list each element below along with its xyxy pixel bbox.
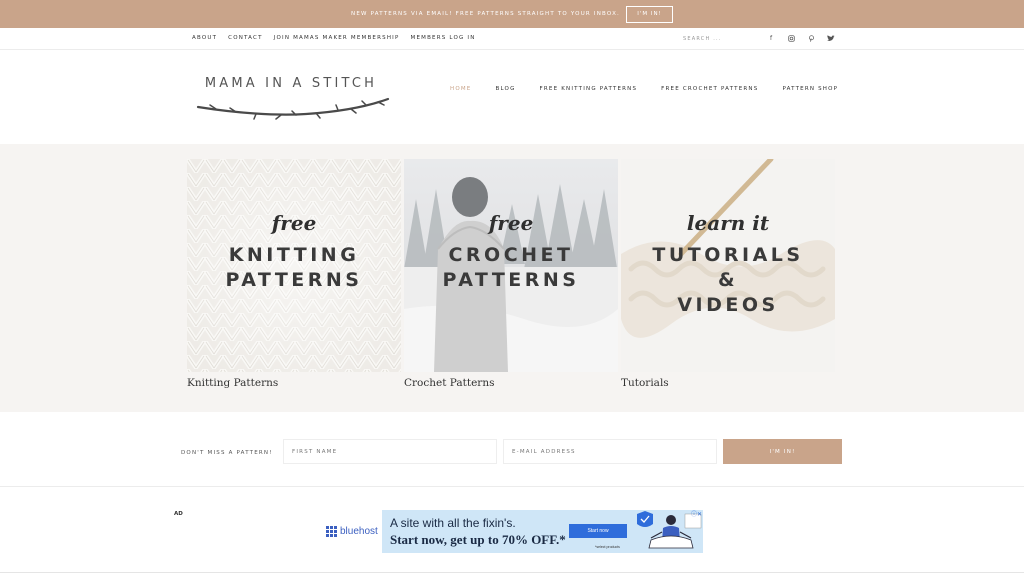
card-overlay-small: free (271, 211, 317, 235)
card-overlay-line3: VIDEOS (677, 294, 779, 316)
main-nav: HOME BLOG FREE KNITTING PATTERNS FREE CR… (450, 86, 838, 92)
card-overlay-line2: PATTERNS (442, 269, 580, 291)
promo-signup-button[interactable]: I'M IN! (626, 5, 673, 23)
ad-label: AD (174, 511, 183, 517)
card-overlay-small: learn it (686, 211, 770, 235)
card-overlay-line1: KNITTING (228, 244, 360, 266)
divider (0, 572, 1024, 573)
card-overlay-line1: TUTORIALS (652, 244, 804, 266)
caption-crochet-patterns[interactable]: Crochet Patterns (404, 377, 494, 389)
card-overlay-small: free (488, 211, 534, 235)
logo-text: MAMA IN A STITCH (204, 76, 378, 91)
card-crochet-patterns[interactable]: free CROCHET PATTERNS (404, 159, 618, 372)
secondary-nav: ABOUT CONTACT JOIN MAMAS MAKER MEMBERSHI… (0, 28, 1024, 50)
category-band: free KNITTING PATTERNS Knitting Patterns (0, 144, 1024, 412)
email-field[interactable] (503, 439, 717, 464)
site-logo[interactable]: MAMA IN A STITCH (196, 71, 392, 133)
site-header: MAMA IN A STITCH HOME BLOG FREE KNITTING… (0, 51, 1024, 144)
card-overlay-line1: CROCHET (448, 244, 574, 266)
logo-twig-image (196, 97, 390, 120)
main-nav-free-crochet[interactable]: FREE CROCHET PATTERNS (661, 86, 758, 92)
nav-link-members-login[interactable]: MEMBERS LOG IN (411, 35, 476, 41)
ad-banner[interactable]: A site with all the fixin's. Start now, … (382, 510, 703, 553)
promo-text: NEW PATTERNS VIA EMAIL! FREE PATTERNS ST… (351, 11, 620, 17)
main-nav-pattern-shop[interactable]: PATTERN SHOP (782, 86, 838, 92)
ad-close-icon[interactable]: ⓘ✕ (691, 509, 702, 518)
bluehost-grid-icon (326, 526, 337, 537)
card-tutorials[interactable]: learn it TUTORIALS & VIDEOS (621, 159, 835, 372)
ad-note: *select products (595, 545, 620, 549)
instagram-icon[interactable] (786, 33, 796, 43)
first-name-field[interactable] (283, 439, 497, 464)
ad-cta-button[interactable]: Start now (569, 524, 627, 538)
search-input[interactable] (683, 33, 743, 45)
nav-link-contact[interactable]: CONTACT (228, 35, 262, 41)
bluehost-logo[interactable]: bluehost (326, 526, 378, 537)
ad-subline: Start now, get up to 70% OFF.* (390, 532, 566, 547)
card-overlay-line2: & (717, 269, 739, 291)
promo-bar: NEW PATTERNS VIA EMAIL! FREE PATTERNS ST… (0, 0, 1024, 28)
newsletter-submit-button[interactable]: I'M IN! (723, 439, 842, 464)
nav-link-membership[interactable]: JOIN MAMAS MAKER MEMBERSHIP (274, 35, 400, 41)
main-nav-free-knitting[interactable]: FREE KNITTING PATTERNS (540, 86, 638, 92)
secondary-nav-links: ABOUT CONTACT JOIN MAMAS MAKER MEMBERSHI… (192, 35, 476, 41)
facebook-icon[interactable]: f (766, 33, 776, 43)
card-overlay-line2: PATTERNS (225, 269, 363, 291)
main-nav-home[interactable]: HOME (450, 86, 472, 92)
caption-knitting-patterns[interactable]: Knitting Patterns (187, 377, 278, 389)
newsletter-signup: DON'T MISS A PATTERN! I'M IN! (0, 412, 1024, 487)
social-links: f (766, 33, 836, 43)
caption-tutorials[interactable]: Tutorials (621, 377, 669, 389)
card-knitting-patterns[interactable]: free KNITTING PATTERNS (187, 159, 401, 372)
newsletter-label: DON'T MISS A PATTERN! (181, 450, 273, 456)
ad-headline: A site with all the fixin's. (390, 516, 516, 530)
twitter-icon[interactable] (826, 33, 836, 43)
pinterest-icon[interactable] (806, 33, 816, 43)
main-nav-blog[interactable]: BLOG (496, 86, 516, 92)
bluehost-brand: bluehost (340, 526, 378, 537)
nav-link-about[interactable]: ABOUT (192, 35, 217, 41)
